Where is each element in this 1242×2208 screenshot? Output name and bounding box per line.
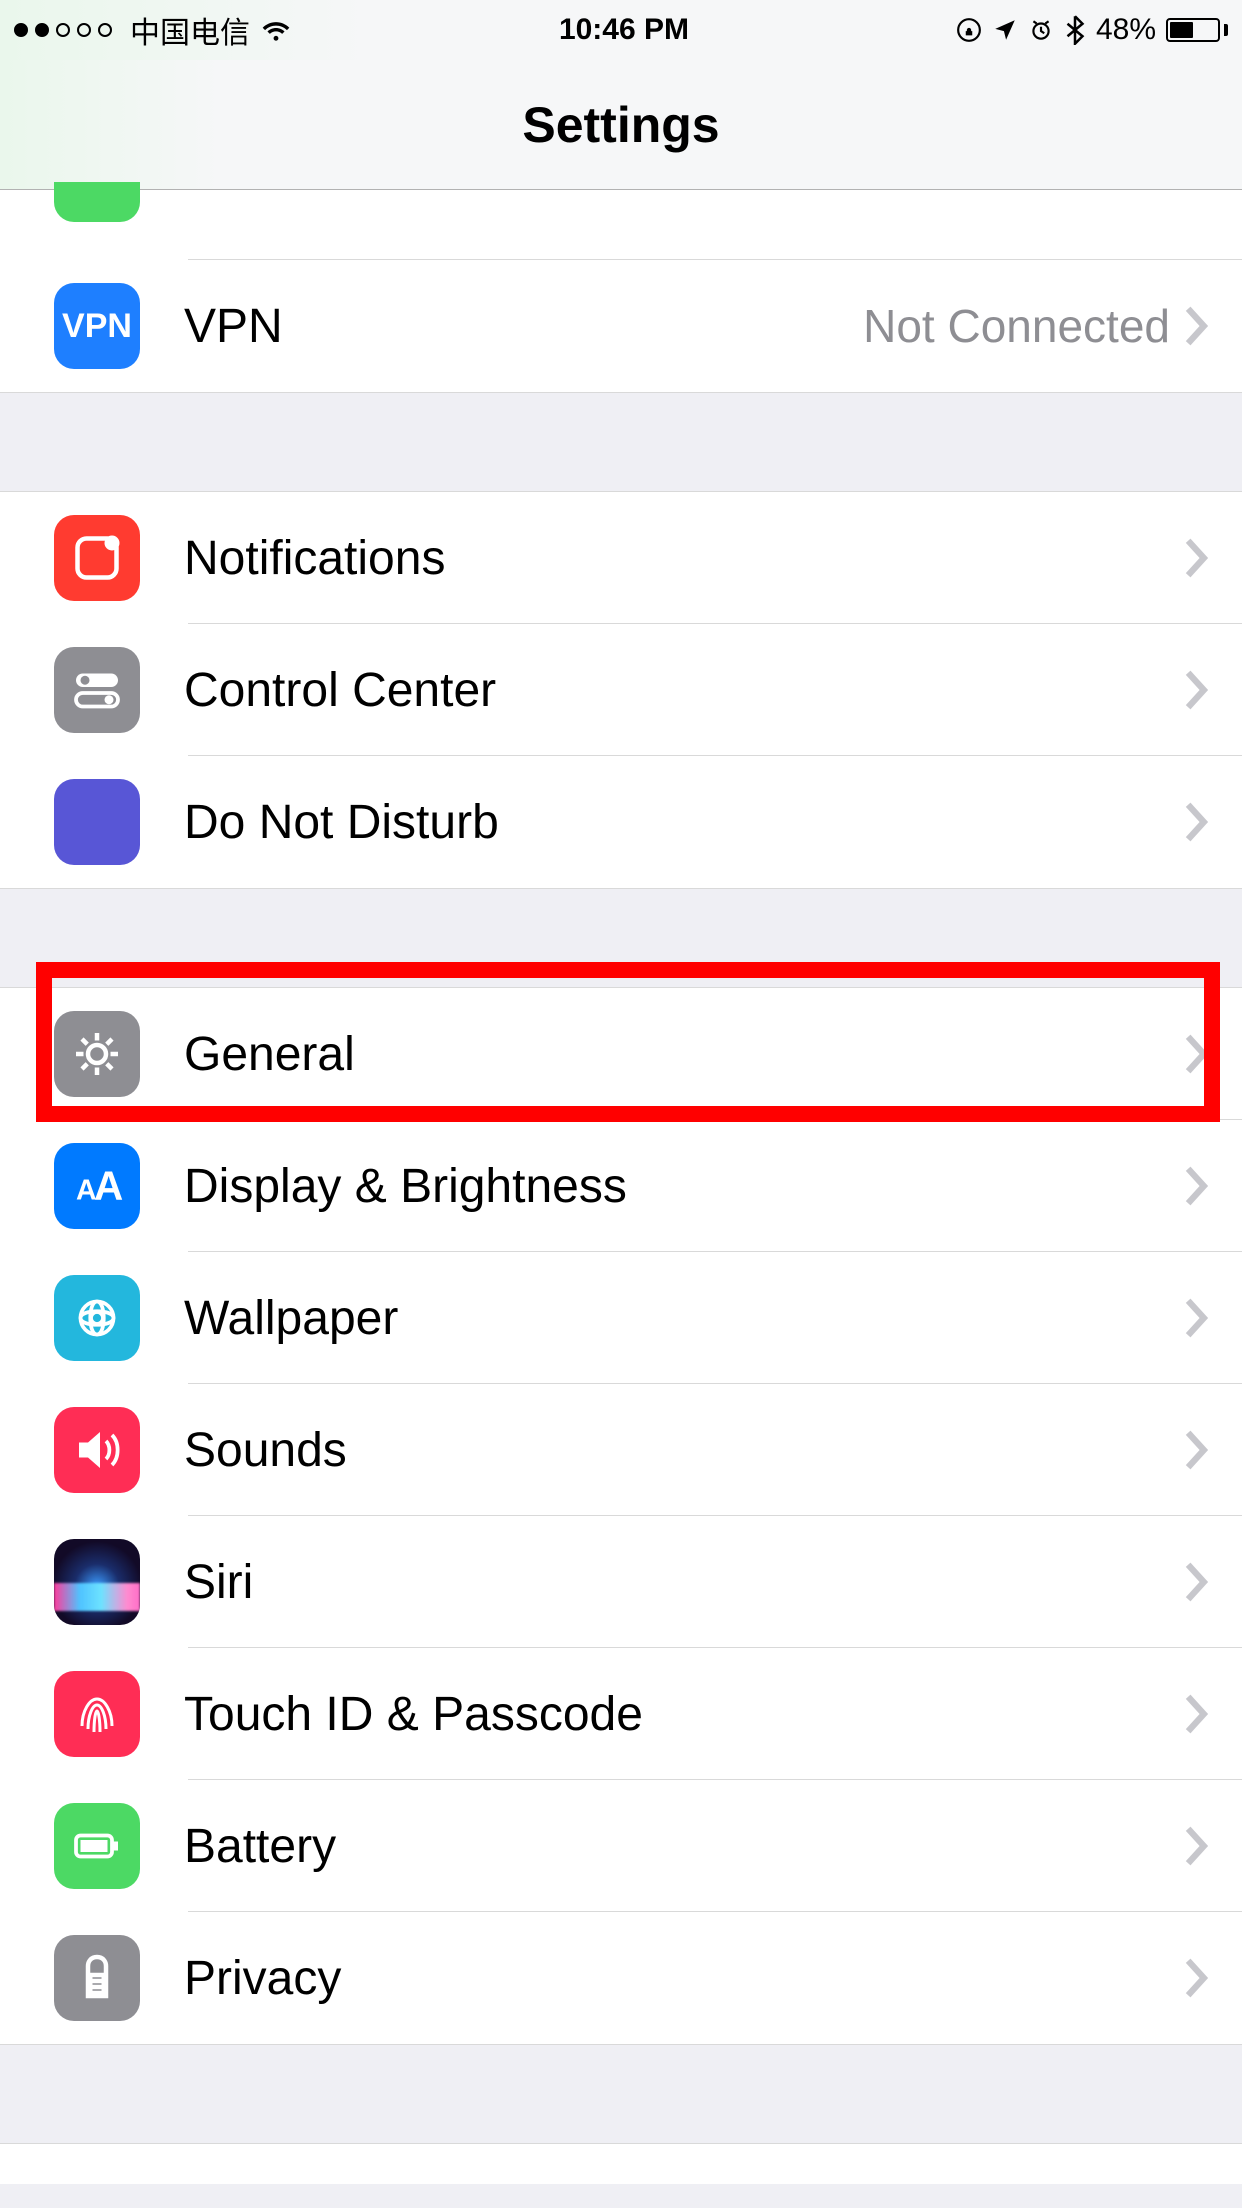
location-icon bbox=[992, 17, 1018, 43]
settings-row-privacy[interactable]: Privacy bbox=[0, 1912, 1242, 2044]
chevron-right-icon bbox=[1180, 1164, 1212, 1208]
bluetooth-icon bbox=[1064, 15, 1086, 45]
battery-percent: 48% bbox=[1096, 13, 1156, 47]
section-general-group: General AA Display & Brightness Wallpape… bbox=[0, 988, 1242, 2044]
row-label: Display & Brightness bbox=[184, 1159, 1180, 1214]
row-label: Sounds bbox=[184, 1423, 1180, 1478]
row-label: Notifications bbox=[184, 531, 1180, 586]
privacy-icon bbox=[54, 1935, 140, 2021]
chevron-right-icon bbox=[1180, 1692, 1212, 1736]
touch-id-icon bbox=[54, 1671, 140, 1757]
settings-row-battery[interactable]: Battery bbox=[0, 1780, 1242, 1912]
battery-icon bbox=[54, 1803, 140, 1889]
section-network: VPN VPN Not Connected bbox=[0, 190, 1242, 392]
row-label: Wallpaper bbox=[184, 1291, 1180, 1346]
settings-row-truncated[interactable] bbox=[0, 190, 1242, 260]
settings-row-wallpaper[interactable]: Wallpaper bbox=[0, 1252, 1242, 1384]
chevron-right-icon bbox=[1180, 536, 1212, 580]
general-icon bbox=[54, 1011, 140, 1097]
chevron-right-icon bbox=[1180, 1296, 1212, 1340]
row-label: Control Center bbox=[184, 663, 1180, 718]
settings-row-controlcenter[interactable]: Control Center bbox=[0, 624, 1242, 756]
chevron-right-icon bbox=[1180, 1824, 1212, 1868]
status-bar: 中国电信 10:46 PM 48% bbox=[0, 0, 1242, 60]
page-title: Settings bbox=[522, 96, 719, 154]
section-alerts: Notifications Control Center Do Not Dist… bbox=[0, 492, 1242, 888]
chevron-right-icon bbox=[1180, 1956, 1212, 2000]
settings-row-truncated-bottom[interactable] bbox=[0, 2144, 1242, 2184]
row-label: VPN bbox=[184, 299, 863, 354]
row-label: Do Not Disturb bbox=[184, 795, 1180, 850]
nav-header: Settings bbox=[0, 60, 1242, 190]
hotspot-icon bbox=[54, 182, 140, 222]
status-right: 48% bbox=[956, 13, 1228, 47]
cellular-signal-icon bbox=[14, 23, 112, 37]
carrier-label: 中国电信 bbox=[130, 8, 250, 52]
display-brightness-icon: AA bbox=[54, 1143, 140, 1229]
chevron-right-icon bbox=[1180, 668, 1212, 712]
settings-row-vpn[interactable]: VPN VPN Not Connected bbox=[0, 260, 1242, 392]
row-label: Privacy bbox=[184, 1951, 1180, 2006]
svg-text:A: A bbox=[94, 1163, 123, 1209]
alarm-icon bbox=[1028, 17, 1054, 43]
do-not-disturb-icon bbox=[54, 779, 140, 865]
settings-row-notifications[interactable]: Notifications bbox=[0, 492, 1242, 624]
chevron-right-icon bbox=[1180, 1560, 1212, 1604]
section-gap bbox=[0, 888, 1242, 988]
row-label: Siri bbox=[184, 1555, 1180, 1610]
settings-row-display[interactable]: AA Display & Brightness bbox=[0, 1120, 1242, 1252]
section-icloud-group bbox=[0, 2144, 1242, 2184]
status-left: 中国电信 bbox=[14, 8, 292, 52]
siri-icon bbox=[54, 1539, 140, 1625]
chevron-right-icon bbox=[1180, 1428, 1212, 1472]
settings-row-general[interactable]: General bbox=[0, 988, 1242, 1120]
chevron-right-icon bbox=[1180, 1032, 1212, 1076]
vpn-icon: VPN bbox=[54, 283, 140, 369]
settings-row-dnd[interactable]: Do Not Disturb bbox=[0, 756, 1242, 888]
row-detail: Not Connected bbox=[863, 299, 1170, 353]
settings-row-touchid[interactable]: Touch ID & Passcode bbox=[0, 1648, 1242, 1780]
rotation-lock-icon bbox=[956, 17, 982, 43]
row-label: General bbox=[184, 1027, 1180, 1082]
notifications-icon bbox=[54, 515, 140, 601]
battery-icon bbox=[1166, 18, 1228, 42]
section-gap bbox=[0, 2044, 1242, 2144]
wifi-icon bbox=[260, 14, 292, 46]
row-label: Touch ID & Passcode bbox=[184, 1687, 1180, 1742]
row-label: Battery bbox=[184, 1819, 1180, 1874]
settings-row-sounds[interactable]: Sounds bbox=[0, 1384, 1242, 1516]
section-gap bbox=[0, 392, 1242, 492]
settings-row-siri[interactable]: Siri bbox=[0, 1516, 1242, 1648]
control-center-icon bbox=[54, 647, 140, 733]
chevron-right-icon bbox=[1180, 304, 1212, 348]
chevron-right-icon bbox=[1180, 800, 1212, 844]
sounds-icon bbox=[54, 1407, 140, 1493]
wallpaper-icon bbox=[54, 1275, 140, 1361]
status-time: 10:46 PM bbox=[559, 13, 689, 47]
